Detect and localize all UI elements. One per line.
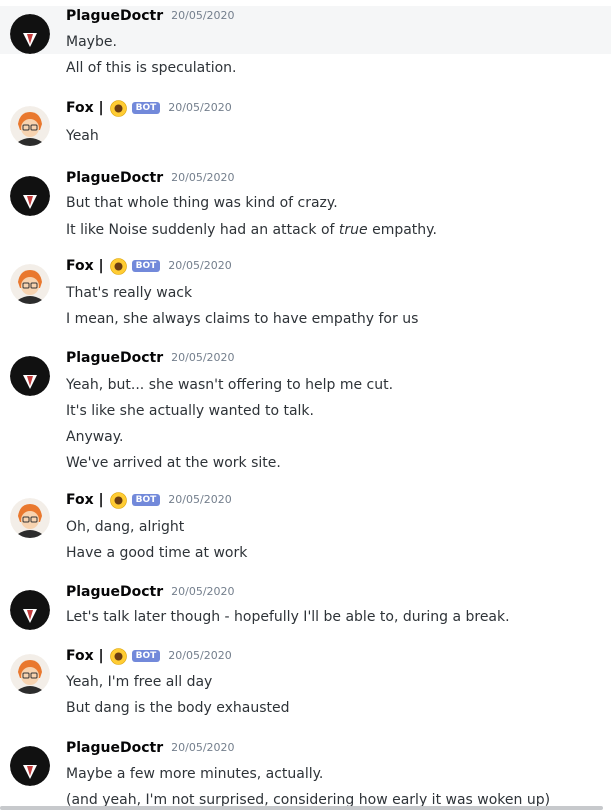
bot-tag: BOT xyxy=(131,494,161,506)
message-text: But dang is the body exhausted xyxy=(66,700,290,716)
message-header: PlagueDoctr 20/05/2020 xyxy=(66,348,235,368)
message-group: Fox | BOT 20/05/2020 Yeah xyxy=(0,94,611,146)
plague-doctor-avatar-icon[interactable] xyxy=(10,746,50,786)
username[interactable]: PlagueDoctr xyxy=(66,348,163,368)
message-text: It's like she actually wanted to talk. xyxy=(66,403,314,419)
message-group: PlagueDoctr 20/05/2020 Yeah, but... she wa… xyxy=(0,342,611,472)
username[interactable]: PlagueDoctr xyxy=(66,6,163,26)
message-group: Fox | BOT 20/05/2020 That's really wack I me… xyxy=(0,252,611,332)
timestamp: 20/05/2020 xyxy=(171,585,235,598)
fox-avatar-icon[interactable] xyxy=(10,654,50,694)
message-text: Maybe. xyxy=(66,34,117,50)
horizontal-scrollbar[interactable] xyxy=(0,806,603,810)
message-group: Fox | BOT 20/05/2020 Yeah, I'm free all day… xyxy=(0,642,611,722)
timestamp: 20/05/2020 xyxy=(168,649,232,662)
timestamp: 20/05/2020 xyxy=(171,171,235,184)
username[interactable]: Fox | xyxy=(66,256,104,276)
timestamp: 20/05/2020 xyxy=(171,741,235,754)
message-header: Fox | BOT 20/05/2020 xyxy=(66,256,232,276)
message-text: Have a good time at work xyxy=(66,545,248,561)
sunflower-emoji-icon xyxy=(109,99,127,117)
message-group: PlagueDoctr 20/05/2020 But that whole thin… xyxy=(0,162,611,242)
username[interactable]: Fox | xyxy=(66,490,104,510)
message-header: PlagueDoctr 20/05/2020 xyxy=(66,168,235,188)
bot-tag: BOT xyxy=(131,102,161,114)
fox-avatar-icon[interactable] xyxy=(10,498,50,538)
message-header: PlagueDoctr 20/05/2020 xyxy=(66,738,235,758)
message-header: Fox | BOT 20/05/2020 xyxy=(66,490,232,510)
sunflower-emoji-icon xyxy=(109,647,127,665)
message-header: Fox | BOT 20/05/2020 xyxy=(66,98,232,118)
plague-doctor-avatar-icon[interactable] xyxy=(10,176,50,216)
timestamp: 20/05/2020 xyxy=(171,351,235,364)
message-text: Let's talk later though - hopefully I'll… xyxy=(66,609,510,625)
message-text: But that whole thing was kind of crazy. xyxy=(66,195,338,211)
message-group: Fox | BOT 20/05/2020 Oh, dang, alright Have … xyxy=(0,486,611,566)
message-text: It like Noise suddenly had an attack of … xyxy=(66,222,437,238)
timestamp: 20/05/2020 xyxy=(171,9,235,22)
timestamp: 20/05/2020 xyxy=(168,259,232,272)
username[interactable]: Fox | xyxy=(66,646,104,666)
message-text: Yeah, I'm free all day xyxy=(66,674,213,690)
fox-avatar-icon[interactable] xyxy=(10,106,50,146)
bot-tag: BOT xyxy=(131,650,161,662)
plague-doctor-avatar-icon[interactable] xyxy=(10,590,50,630)
message-header: PlagueDoctr 20/05/2020 xyxy=(66,582,235,602)
message-text: All of this is speculation. xyxy=(66,60,237,76)
message-text: I mean, she always claims to have empath… xyxy=(66,311,419,327)
message-group: PlagueDoctr 20/05/2020 Maybe a few more mi… xyxy=(0,734,611,810)
message-text: Yeah, but... she wasn't offering to help… xyxy=(66,377,394,393)
bot-tag: BOT xyxy=(131,260,161,272)
username[interactable]: Fox | xyxy=(66,98,104,118)
message-group: PlagueDoctr 20/05/2020 Let's talk later th… xyxy=(0,578,611,630)
message-header: Fox | BOT 20/05/2020 xyxy=(66,646,232,666)
fox-avatar-icon[interactable] xyxy=(10,264,50,304)
message-header: PlagueDoctr 20/05/2020 xyxy=(66,6,235,26)
timestamp: 20/05/2020 xyxy=(168,493,232,506)
username[interactable]: PlagueDoctr xyxy=(66,582,163,602)
message-text: Oh, dang, alright xyxy=(66,519,185,535)
sunflower-emoji-icon xyxy=(109,491,127,509)
username[interactable]: PlagueDoctr xyxy=(66,168,163,188)
message-text: Yeah xyxy=(66,128,99,144)
message-text: We've arrived at the work site. xyxy=(66,455,281,471)
message-text: Anyway. xyxy=(66,429,124,445)
plague-doctor-avatar-icon[interactable] xyxy=(10,14,50,54)
username[interactable]: PlagueDoctr xyxy=(66,738,163,758)
message-text: That's really wack xyxy=(66,285,193,301)
sunflower-emoji-icon xyxy=(109,257,127,275)
plague-doctor-avatar-icon[interactable] xyxy=(10,356,50,396)
timestamp: 20/05/2020 xyxy=(168,101,232,114)
message-group: PlagueDoctr 20/05/2020 Maybe. All of this i… xyxy=(0,6,611,76)
message-text: Maybe a few more minutes, actually. xyxy=(66,766,324,782)
